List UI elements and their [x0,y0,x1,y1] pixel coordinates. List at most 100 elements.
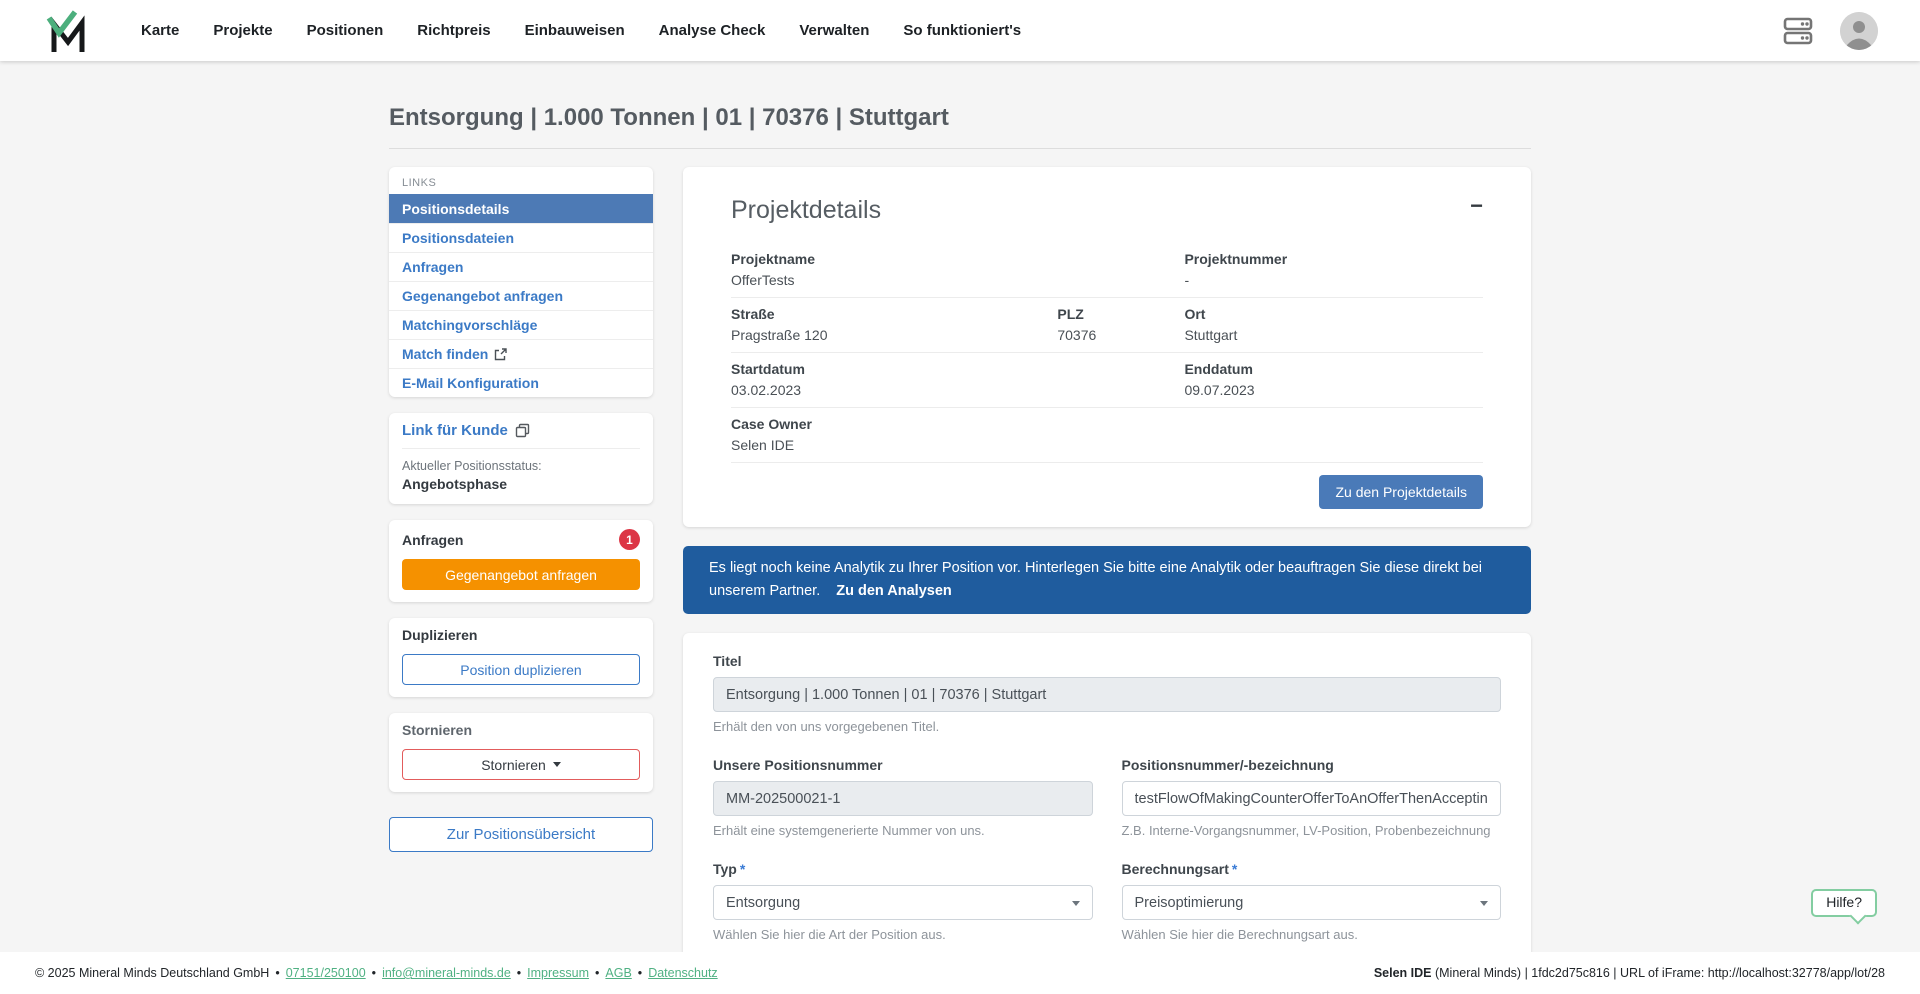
footer-session-details: (Mineral Minds) | 1fdc2d75c816 | URL of … [1434,966,1885,980]
anfragen-count-badge: 1 [619,529,640,550]
titel-label: Titel [713,653,742,669]
nav-item-projekte[interactable]: Projekte [213,22,272,39]
nav-item-analyse-check[interactable]: Analyse Check [659,22,766,39]
sidebar-item-positionsdateien[interactable]: Positionsdateien [389,223,653,252]
typ-select[interactable]: Entsorgung [713,885,1093,920]
field-label: Enddatum [1184,361,1253,377]
zu-den-projektdetails-button[interactable]: Zu den Projektdetails [1319,475,1483,509]
sidebar-item-email-konfiguration[interactable]: E-Mail Konfiguration [389,368,653,397]
typ-label-text: Typ [713,861,737,877]
sidebar-item-label: Match finden [402,346,489,362]
berechnungsart-help-text: Wählen Sie hier die Berechnungsart aus. [1121,927,1358,942]
typ-field-group: Typ * Entsorgung Wählen Sie hier die Art … [713,861,1093,942]
field-label: Straße [731,306,775,322]
footer-user-name: Selen IDE [1373,966,1432,980]
berechnungsart-label-text: Berechnungsart [1121,861,1229,877]
external-link-icon [495,347,508,360]
field-label: Startdatum [731,361,805,377]
position-form-card: Titel Erhält den von uns vorgegebenen Ti… [683,633,1531,994]
position-duplizieren-button[interactable]: Position duplizieren [402,654,640,685]
alert-text: Es liegt noch keine Analytik zu Ihrer Po… [709,560,1482,599]
sidebar-item-matchingvorschlaege[interactable]: Matchingvorschläge [389,310,653,339]
titel-help-text: Erhält den von uns vorgegebenen Titel. [713,719,940,734]
project-row-dates: Startdatum 03.02.2023 Enddatum 09.07.202… [731,353,1483,408]
stornieren-heading: Stornieren [402,722,473,738]
stornieren-dropdown-button[interactable]: Stornieren [402,749,640,780]
separator-dot: • [371,966,377,980]
footer-session-info: Selen IDE (Mineral Minds) | 1fdc2d75c816… [1374,966,1885,980]
sidebar-item-positionsdetails[interactable]: Positionsdetails [389,194,653,223]
berechnungsart-select[interactable]: Preisoptimierung [1121,885,1501,920]
project-row-owner: Case Owner Selen IDE [731,408,1483,463]
mineral-minds-logo-icon [46,9,85,52]
top-navigation: Karte Projekte Positionen Richtpreis Ein… [0,0,1920,61]
nav-item-verwalten[interactable]: Verwalten [799,22,869,39]
collapse-minus-icon[interactable]: − [1470,195,1483,217]
required-asterisk: * [739,861,746,877]
positionsnummer-input[interactable] [1121,781,1501,816]
stornieren-card: Stornieren Stornieren [389,713,653,792]
field-label: Case Owner [731,416,812,432]
footer-agb-link[interactable]: AGB [605,966,631,980]
footer-left: © 2025 Mineral Minds Deutschland GmbH • … [35,966,718,980]
title-divider [389,148,1531,149]
zur-positionsuebersicht-button[interactable]: Zur Positionsübersicht [389,817,653,852]
field-value: 70376 [1057,327,1097,343]
server-stack-icon[interactable] [1782,16,1814,46]
project-row-name-number: Projektname OfferTests Projektnummer - [731,243,1483,298]
footer-phone-link[interactable]: 07151/250100 [286,966,366,980]
typ-help-text: Wählen Sie hier die Art der Position aus… [713,927,946,942]
nav-right-actions [1782,11,1878,50]
field-value: OfferTests [731,272,795,288]
zu-den-analysen-link[interactable]: Zu den Analysen [836,583,951,599]
field-label: PLZ [1057,306,1084,322]
field-value: Pragstraße 120 [731,327,828,343]
anfragen-heading: Anfragen [402,531,464,548]
app-screen: Karte Projekte Positionen Richtpreis Ein… [0,0,1920,994]
nav-item-einbauweisen[interactable]: Einbauweisen [525,22,625,39]
nav-item-richtpreis[interactable]: Richtpreis [417,22,490,39]
footer: © 2025 Mineral Minds Deutschland GmbH • … [0,952,1920,994]
berechnungsart-field-group: Berechnungsart * Preisoptimierung Wählen … [1121,861,1501,942]
gegenangebot-anfragen-button[interactable]: Gegenangebot anfragen [402,559,640,590]
sidebar-item-match-finden[interactable]: Match finden [389,339,653,368]
titel-input [713,677,1501,712]
unsere-positionsnummer-field-group: Unsere Positionsnummer Erhält eine syste… [713,757,1093,838]
analytik-alert-banner: Es liegt noch keine Analytik zu Ihrer Po… [683,546,1531,614]
nav-item-so-funktionierts[interactable]: So funktioniert's [903,22,1021,39]
unsere-positionsnummer-label: Unsere Positionsnummer [713,757,883,773]
field-value: 03.02.2023 [731,382,802,398]
customer-link-card: Link für Kunde Aktueller Positionsstatus… [389,413,653,504]
berechnungsart-select-value: Preisoptimierung [1134,894,1244,911]
field-value: Stuttgart [1184,327,1238,343]
separator-dot: • [275,966,280,980]
typ-label: Typ * [713,861,1093,877]
footer-datenschutz-link[interactable]: Datenschutz [648,966,717,980]
separator-dot: • [595,966,600,980]
field-label: Projektname [731,251,816,267]
main-content: Projektdetails − Projektname OfferTests … [683,167,1531,994]
hilfe-button[interactable]: Hilfe? [1811,889,1877,917]
sidebar-item-anfragen[interactable]: Anfragen [389,252,653,281]
projektdetails-card: Projektdetails − Projektname OfferTests … [683,167,1531,527]
field-label: Ort [1184,306,1206,322]
project-row-address: Straße Pragstraße 120 PLZ 70376 Ort Stut… [731,298,1483,353]
typ-select-value: Entsorgung [726,894,801,911]
brand-logo[interactable] [45,9,89,53]
user-avatar-icon[interactable] [1840,11,1878,50]
duplizieren-heading: Duplizieren [402,627,478,643]
footer-impressum-link[interactable]: Impressum [527,966,589,980]
nav-menu: Karte Projekte Positionen Richtpreis Ein… [141,22,1021,39]
customer-link[interactable]: Link für Kunde [402,422,640,449]
field-value: Selen IDE [731,437,795,453]
customer-link-label: Link für Kunde [402,422,508,439]
sidebar: LINKS Positionsdetails Positionsdateien … [389,167,653,852]
nav-item-positionen[interactable]: Positionen [307,22,384,39]
nav-item-karte[interactable]: Karte [141,22,179,39]
footer-email-link[interactable]: info@mineral-minds.de [382,966,511,980]
caret-down-icon [552,762,561,767]
position-status-label: Aktueller Positionsstatus: [402,459,542,473]
unsere-positionsnummer-input [713,781,1093,816]
sidebar-item-gegenangebot-anfragen[interactable]: Gegenangebot anfragen [389,281,653,310]
duplizieren-card: Duplizieren Position duplizieren [389,618,653,697]
